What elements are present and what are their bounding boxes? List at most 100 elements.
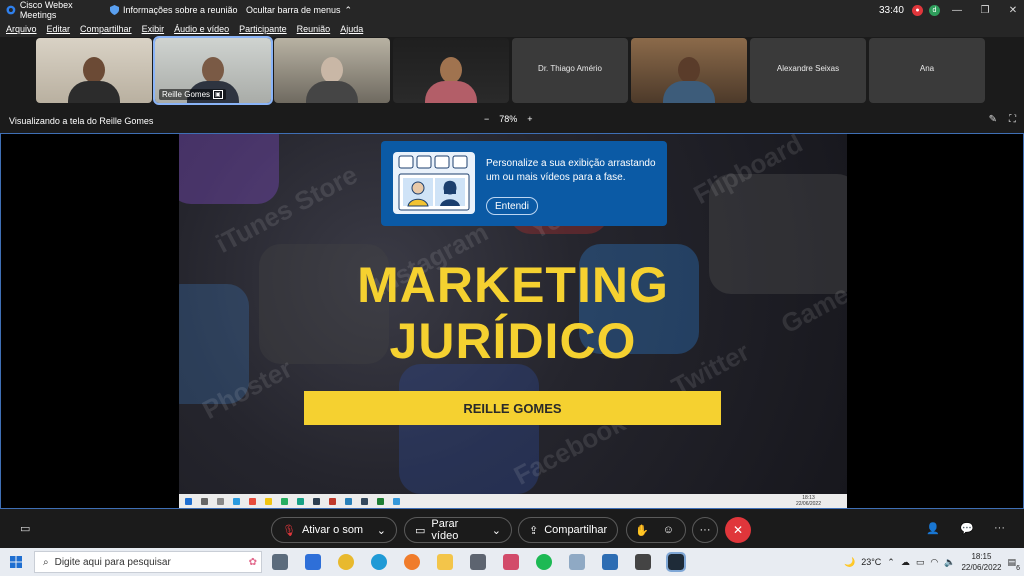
menu-compartilhar[interactable]: Compartilhar xyxy=(80,24,132,34)
app-icon[interactable] xyxy=(305,554,321,570)
participant-tile[interactable] xyxy=(274,38,390,103)
window-titlebar: Cisco Webex Meetings Informações sobre a… xyxy=(0,0,1024,20)
onedrive-icon[interactable]: ☁ xyxy=(901,557,910,568)
app-icon[interactable] xyxy=(503,554,519,570)
meeting-controls: ▭ 🎙 Ativar o som ⌄ ▭ Parar vídeo ⌄ ⇪ Com… xyxy=(0,513,1024,547)
shared-date: 22/06/2022 xyxy=(795,501,821,507)
edge-icon[interactable] xyxy=(371,554,387,570)
zoom-out-button[interactable]: − xyxy=(484,114,489,124)
hide-menu-label: Ocultar barra de menus xyxy=(246,5,341,15)
menu-arquivo[interactable]: Arquivo xyxy=(6,24,37,34)
participant-tile-ana[interactable]: Ana xyxy=(869,38,985,103)
restore-icon[interactable]: ❐ xyxy=(974,5,996,16)
participant-video xyxy=(68,57,120,103)
system-tray: 🌙 23°C ⌃ ☁ ▭ ◠ 🔈 18:15 22/06/2022 ▤ 6 xyxy=(844,548,1024,576)
wifi-icon[interactable]: ◠ xyxy=(930,557,938,568)
close-icon: ✕ xyxy=(732,523,744,537)
meeting-info-button[interactable]: Informações sobre a reunião xyxy=(110,5,246,15)
raise-hand-icon[interactable]: ✋ xyxy=(635,524,649,537)
weather-temp[interactable]: 23°C xyxy=(861,557,881,567)
app-icon[interactable] xyxy=(569,554,585,570)
customize-layout-tooltip: Personalize a sua exibição arrastando um… xyxy=(381,141,667,226)
share-label: Compartilhar xyxy=(544,524,608,536)
webex-logo-icon xyxy=(6,5,16,15)
close-icon[interactable]: ✕ xyxy=(1002,5,1024,16)
file-explorer-icon[interactable] xyxy=(437,554,453,570)
stop-video-label: Parar vídeo xyxy=(431,518,459,542)
captions-icon[interactable]: ▭ xyxy=(20,522,30,535)
hide-menu-button[interactable]: Ocultar barra de menus ⌃ xyxy=(246,5,352,16)
search-icon: ⌕ xyxy=(43,556,49,568)
slide-title-line2: JURÍDICO xyxy=(389,313,637,369)
search-placeholder: Digite aqui para pesquisar xyxy=(54,556,171,568)
shared-screen-taskbar: 18:13 22/06/2022 xyxy=(179,494,847,508)
settings-app-icon[interactable] xyxy=(272,554,288,570)
taskbar-clock[interactable]: 18:15 22/06/2022 xyxy=(961,551,1001,573)
volume-icon[interactable]: 🔈 xyxy=(944,557,955,568)
spotify-icon[interactable] xyxy=(536,554,552,570)
stop-video-button[interactable]: ▭ Parar vídeo ⌄ xyxy=(404,517,512,543)
got-it-button[interactable]: Entendi xyxy=(486,197,538,215)
slide-title-line1: MARKETING xyxy=(357,257,669,313)
search-icon xyxy=(201,497,208,505)
participant-tile[interactable] xyxy=(393,38,509,103)
participant-tile-reille-gomes[interactable]: Reille Gomes ▣ xyxy=(153,36,273,105)
calculator-icon[interactable] xyxy=(470,554,486,570)
chrome-icon[interactable] xyxy=(338,554,354,570)
participant-video xyxy=(663,57,715,103)
firefox-icon[interactable] xyxy=(404,554,420,570)
chat-icon[interactable]: 💬 xyxy=(960,522,974,535)
presenter-name-bar: REILLE GOMES xyxy=(304,391,721,425)
settings-gear-icon[interactable] xyxy=(635,554,651,570)
flowers-decoration-icon: ✿ xyxy=(248,556,257,568)
chevron-down-icon[interactable]: ⌄ xyxy=(492,524,501,537)
windows-start-icon[interactable] xyxy=(10,556,22,568)
zoom-in-button[interactable]: + xyxy=(527,114,532,124)
battery-icon[interactable]: ▭ xyxy=(916,557,925,568)
menu-reuniao[interactable]: Reunião xyxy=(297,24,331,34)
shield-icon xyxy=(110,5,119,15)
weather-icon[interactable]: 🌙 xyxy=(844,557,855,568)
unmute-button[interactable]: 🎙 Ativar o som ⌄ xyxy=(271,517,397,543)
viewing-label: Visualizando a tela do Reille Gomes xyxy=(9,116,154,126)
participant-tile[interactable] xyxy=(631,38,747,103)
photos-icon[interactable] xyxy=(602,554,618,570)
menu-exibir[interactable]: Exibir xyxy=(142,24,165,34)
taskbar-time: 18:15 xyxy=(971,552,992,561)
participants-icon[interactable]: 👤 xyxy=(926,522,940,535)
video-camera-icon: ▭ xyxy=(415,524,426,537)
meeting-timer: 33:40 xyxy=(878,4,904,16)
notification-count: 6 xyxy=(1016,564,1020,572)
share-button[interactable]: ⇪ Compartilhar xyxy=(518,517,618,543)
fullscreen-icon[interactable]: ⛶ xyxy=(1009,114,1016,125)
chevron-up-icon[interactable]: ⌃ xyxy=(887,557,895,568)
participant-tile-alexandre-seixas[interactable]: Alexandre Seixas xyxy=(750,38,866,103)
app-icon xyxy=(281,497,288,505)
app-icon xyxy=(249,497,256,505)
leave-meeting-button[interactable]: ✕ xyxy=(725,517,751,543)
chevron-down-icon[interactable]: ⌄ xyxy=(377,524,386,537)
webex-taskbar-icon[interactable] xyxy=(666,552,686,572)
app-title: Cisco Webex Meetings xyxy=(19,0,73,20)
user-avatar-icon[interactable]: d xyxy=(929,4,940,16)
share-status-bar: Visualizando a tela do Reille Gomes − 78… xyxy=(0,110,1024,132)
participant-tile-dr-thiago-amerio[interactable]: Dr. Thiago Amério xyxy=(512,38,628,103)
app-icon xyxy=(393,497,400,505)
participant-strip: Reille Gomes ▣ Dr. Thiago Amério Alexand… xyxy=(36,36,985,105)
minimize-icon[interactable]: — xyxy=(946,5,968,16)
taskbar-search-input[interactable]: ⌕ Digite aqui para pesquisar ✿ xyxy=(34,551,262,573)
annotate-icon[interactable]: ✎ xyxy=(989,114,997,125)
more-panels-icon[interactable]: ··· xyxy=(994,522,1005,534)
emoji-reaction-icon[interactable]: ☺ xyxy=(663,524,674,536)
participant-tile[interactable] xyxy=(36,38,152,103)
notifications-icon[interactable]: ▤ 6 xyxy=(1007,557,1020,572)
menu-participante[interactable]: Participante xyxy=(239,24,287,34)
app-title-area: Cisco Webex Meetings xyxy=(0,0,110,20)
menu-ajuda[interactable]: Ajuda xyxy=(340,24,363,34)
more-options-button[interactable]: ··· xyxy=(692,517,718,543)
menu-audio-video[interactable]: Áudio e vídeo xyxy=(174,24,229,34)
recording-indicator-icon[interactable]: ● xyxy=(912,4,923,16)
participant-name: Alexandre Seixas xyxy=(776,64,840,73)
meeting-info-label: Informações sobre a reunião xyxy=(123,5,238,15)
menu-editar[interactable]: Editar xyxy=(47,24,71,34)
